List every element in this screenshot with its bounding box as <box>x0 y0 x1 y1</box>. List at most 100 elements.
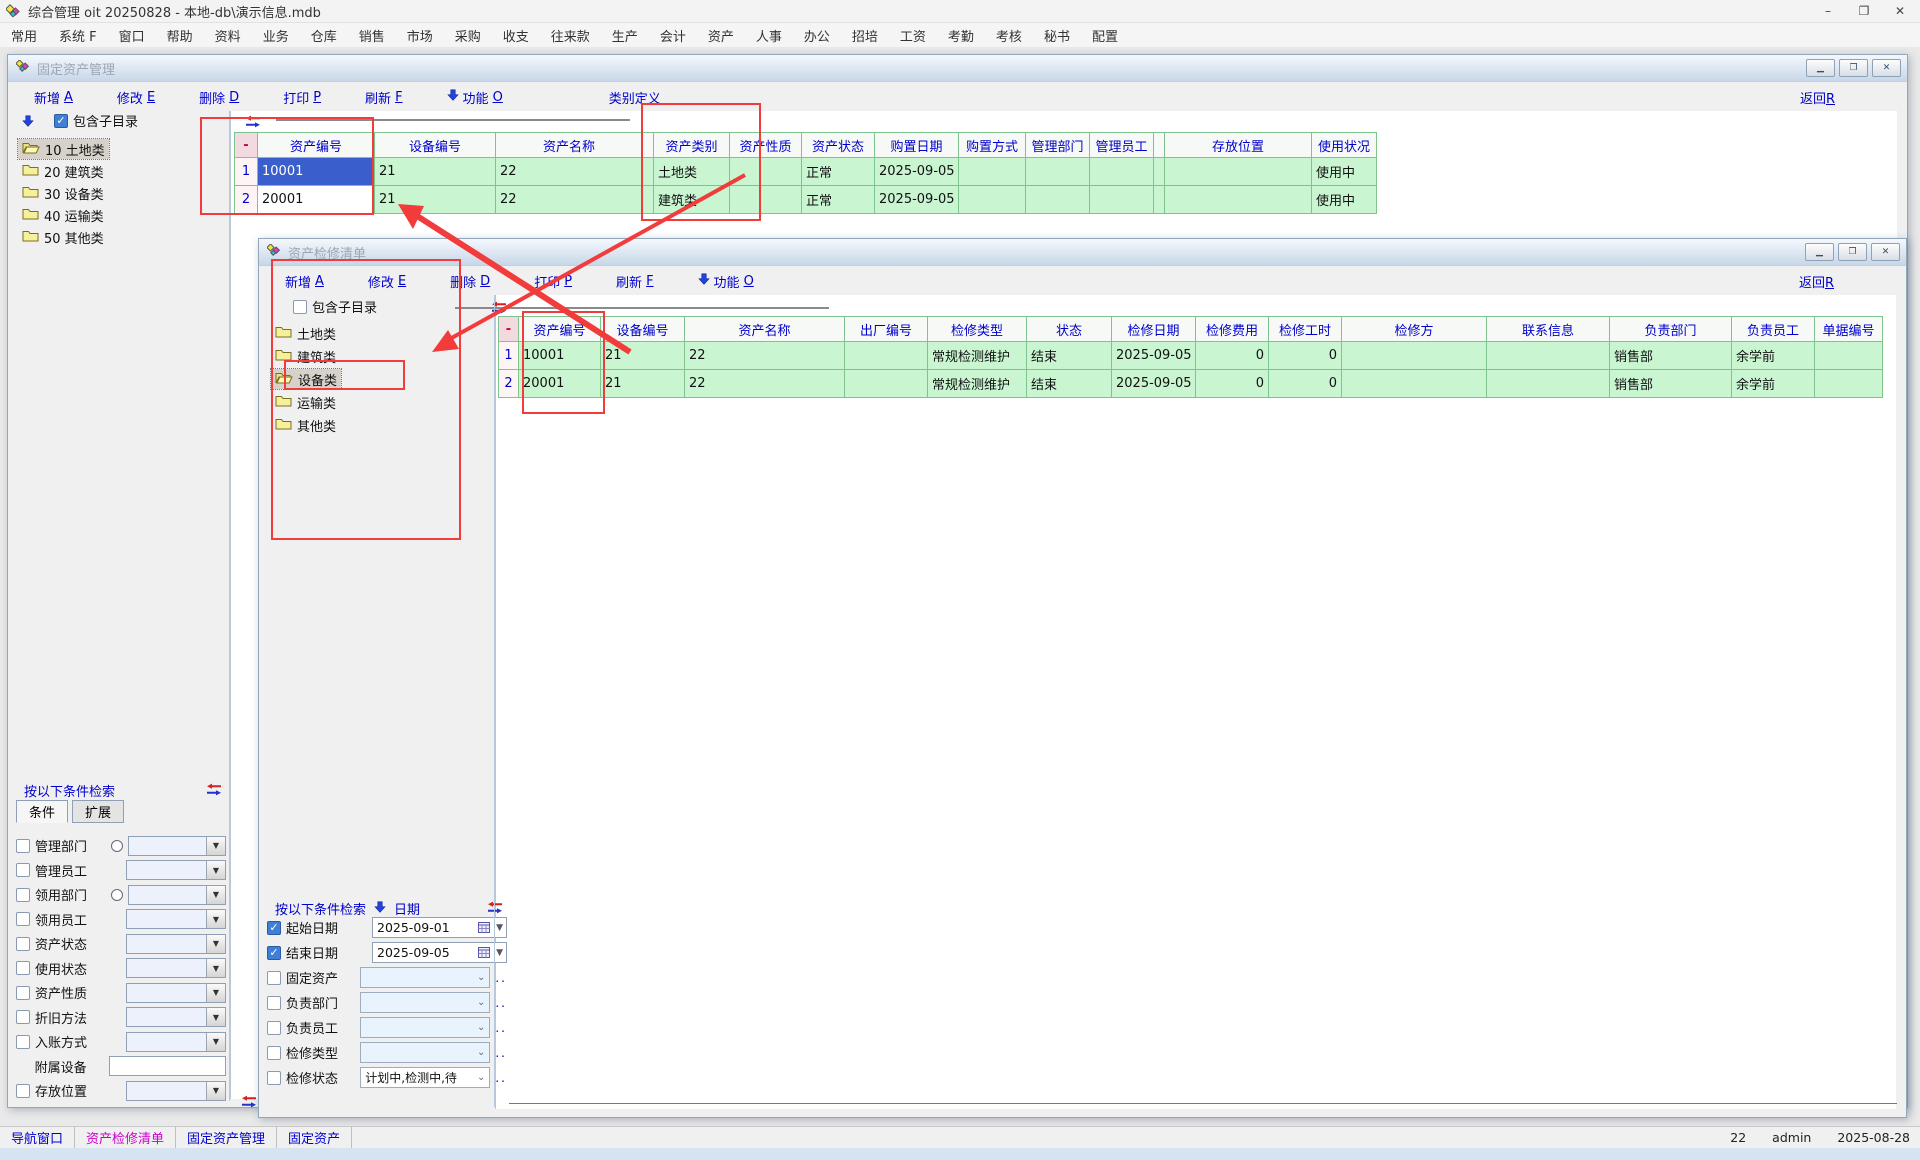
table-cell[interactable]: 结束 <box>1026 369 1112 398</box>
menu-item-16[interactable]: 办公 <box>793 24 841 47</box>
dropdown-arrow-icon[interactable]: ▼ <box>206 984 225 1002</box>
window1-tree-item-3[interactable]: 40 运输类 <box>18 205 108 225</box>
table-cell[interactable]: 22 <box>495 157 643 186</box>
column-header[interactable]: 检修方 <box>1341 316 1487 342</box>
menu-item-1[interactable]: 系统 F <box>48 24 108 47</box>
combo-box[interactable]: ▼ <box>126 1032 226 1052</box>
combo-box[interactable]: ▼ <box>126 860 226 880</box>
status-tab-2[interactable]: 固定资产管理 <box>176 1127 277 1148</box>
dropdown-arrow-icon[interactable]: ▼ <box>206 837 225 855</box>
pane-separator[interactable] <box>494 295 495 1107</box>
table-cell[interactable] <box>1814 341 1883 370</box>
dropdown-arrow-icon[interactable]: ▼ <box>206 910 225 928</box>
menu-item-12[interactable]: 生产 <box>601 24 649 47</box>
combo-box[interactable]: ▼ <box>126 934 226 954</box>
checkbox-icon[interactable] <box>16 888 30 902</box>
column-header[interactable]: 资产状态 <box>801 132 875 158</box>
dropdown-arrow-icon[interactable]: ▼ <box>206 861 225 879</box>
dropdown-arrow-icon[interactable]: ▼ <box>206 886 225 904</box>
combo-box[interactable]: ▼ <box>126 909 226 929</box>
column-header[interactable]: 检修费用 <box>1195 316 1269 342</box>
table-cell[interactable]: 2025-09-05 <box>1111 369 1196 398</box>
chevron-down-icon[interactable]: ⌄ <box>477 1072 485 1083</box>
checkbox-icon[interactable] <box>16 912 30 926</box>
checkbox-icon[interactable] <box>16 986 30 1000</box>
radio-icon[interactable] <box>111 840 123 852</box>
window1-toolbar-A[interactable]: 新增A <box>34 88 73 107</box>
menu-item-21[interactable]: 秘书 <box>1033 24 1081 47</box>
window2-toolbar-E[interactable]: 修改E <box>368 272 406 291</box>
maximize-button[interactable]: ❐ <box>1846 1 1882 20</box>
table-cell[interactable]: 21 <box>374 185 496 214</box>
table-cell[interactable] <box>1486 369 1610 398</box>
window2-grip-line[interactable] <box>455 307 829 309</box>
table-cell[interactable]: 使用中 <box>1311 185 1377 214</box>
dropdown-arrow-icon[interactable]: ▼ <box>206 1082 225 1100</box>
chevron-down-icon[interactable]: ⌄ <box>477 1047 485 1058</box>
checkbox-icon[interactable] <box>267 1046 281 1060</box>
combo-box[interactable]: ⌄ <box>360 1017 490 1038</box>
date-input[interactable]: 2025-09-01▼ <box>372 917 507 938</box>
menu-item-20[interactable]: 考核 <box>985 24 1033 47</box>
table-cell[interactable]: 20001 <box>257 185 375 214</box>
table-cell[interactable]: 土地类 <box>653 157 730 186</box>
table-cell[interactable]: 常规检测维护 <box>927 341 1027 370</box>
chevron-down-icon[interactable]: ⌄ <box>477 1022 485 1033</box>
column-header[interactable]: 管理部门 <box>1025 132 1090 158</box>
column-header[interactable]: 购置方式 <box>958 132 1026 158</box>
menu-item-3[interactable]: 帮助 <box>156 24 204 47</box>
column-header[interactable]: 资产类别 <box>653 132 730 158</box>
window2-toolbar-A[interactable]: 新增A <box>285 272 324 291</box>
chevron-down-icon[interactable]: ▼ <box>496 948 503 958</box>
checkbox-icon[interactable] <box>293 300 307 314</box>
column-header[interactable]: 管理员工 <box>1089 132 1154 158</box>
more-button[interactable]: .. <box>495 971 507 985</box>
column-header[interactable]: 资产性质 <box>729 132 802 158</box>
table-cell[interactable] <box>958 157 1026 186</box>
window2-return-button[interactable]: 返回R <box>1799 272 1834 291</box>
table-cell[interactable]: 21 <box>600 341 685 370</box>
menu-item-4[interactable]: 资料 <box>204 24 252 47</box>
table-cell[interactable]: 2025-09-05 <box>874 185 959 214</box>
table-cell[interactable]: 0 <box>1195 341 1269 370</box>
dropdown-arrow-icon[interactable]: ▼ <box>206 1008 225 1026</box>
more-button[interactable]: .. <box>495 996 507 1010</box>
menu-item-0[interactable]: 常用 <box>0 24 48 47</box>
window1-toolbar-F[interactable]: 刷新F <box>365 88 403 107</box>
window-minimize-button[interactable]: ▁ <box>1806 59 1835 77</box>
column-header[interactable]: 设备编号 <box>374 132 496 158</box>
table-cell[interactable]: 销售部 <box>1609 341 1732 370</box>
table-cell[interactable] <box>1341 369 1487 398</box>
menu-item-14[interactable]: 资产 <box>697 24 745 47</box>
table-cell[interactable]: 余学前 <box>1731 369 1815 398</box>
window2-toolbar-F[interactable]: 刷新F <box>616 272 654 291</box>
table-cell[interactable]: 20001 <box>518 369 601 398</box>
combo-box[interactable]: ▼ <box>128 836 226 856</box>
status-tab-1[interactable]: 资产检修清单 <box>75 1127 176 1148</box>
menu-item-15[interactable]: 人事 <box>745 24 793 47</box>
table-cell[interactable]: 21 <box>374 157 496 186</box>
window-maximize-button[interactable]: ❐ <box>1838 243 1867 261</box>
table-cell[interactable] <box>1089 157 1154 186</box>
dropdown-arrow-icon[interactable]: ▼ <box>206 935 225 953</box>
checkbox-icon[interactable] <box>16 961 30 975</box>
chevron-down-icon[interactable]: ⌄ <box>477 997 485 1008</box>
more-button[interactable]: .. <box>495 1021 507 1035</box>
window1-grip-line[interactable] <box>276 119 630 121</box>
table-cell[interactable] <box>844 369 928 398</box>
table-cell[interactable] <box>1164 185 1312 214</box>
column-header[interactable]: - <box>234 132 258 158</box>
table-cell[interactable]: 2 <box>498 369 519 398</box>
window1-toolbar-P[interactable]: 打印P <box>283 88 321 107</box>
menu-item-10[interactable]: 收支 <box>492 24 540 47</box>
combo-box[interactable]: ▼ <box>126 1081 226 1101</box>
window1-return-button[interactable]: 返回R <box>1800 88 1835 107</box>
horizontal-scrollbar[interactable] <box>509 1103 1897 1104</box>
column-header[interactable]: 状态 <box>1026 316 1112 342</box>
table-cell[interactable] <box>844 341 928 370</box>
checkbox-icon[interactable] <box>16 839 30 853</box>
table-cell[interactable]: 销售部 <box>1609 369 1732 398</box>
window2-tree-item-4[interactable]: 其他类 <box>271 415 340 435</box>
chevron-down-icon[interactable]: ⌄ <box>477 972 485 983</box>
table-cell[interactable] <box>1025 157 1090 186</box>
